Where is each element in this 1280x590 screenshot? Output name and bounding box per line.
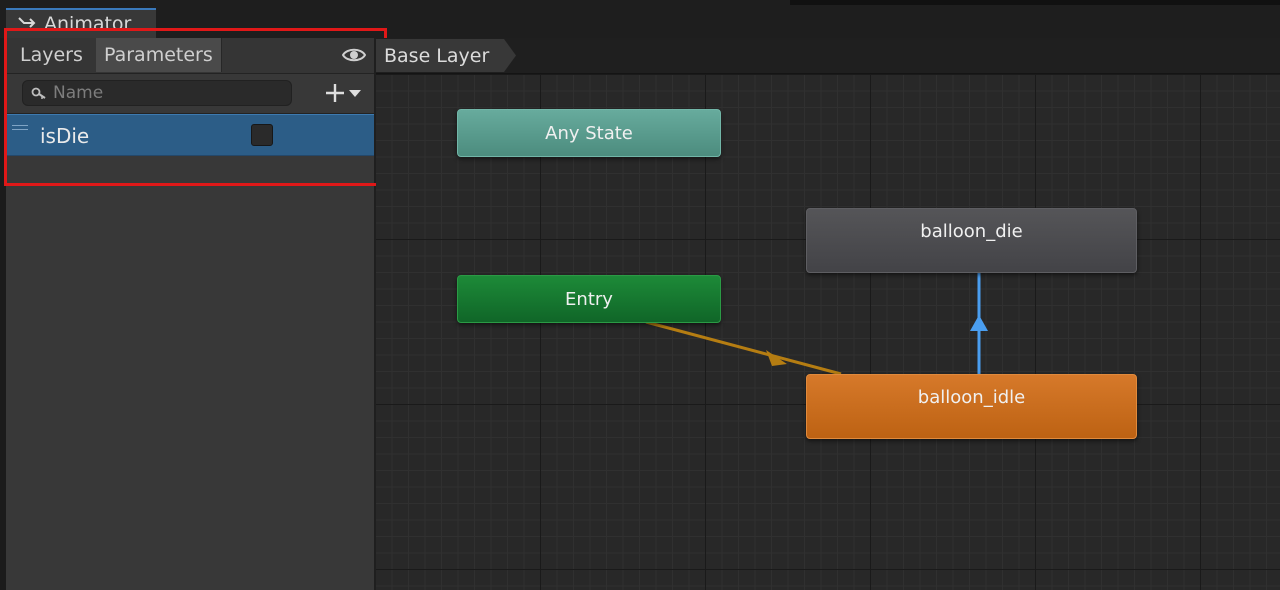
balloon-idle-state[interactable]: balloon_idle: [806, 374, 1137, 439]
transition-entry-to-idle: [645, 320, 842, 376]
entry-node[interactable]: Entry: [457, 275, 721, 323]
transition-idle-to-die-arrowhead: [970, 315, 988, 331]
state-machine-graph[interactable]: Any State Entry balloon_die balloon_idle: [376, 74, 1280, 590]
breadcrumb-base-layer[interactable]: Base Layer: [376, 39, 516, 72]
annotation-highlight-box: [4, 28, 387, 186]
balloon-die-state[interactable]: balloon_die: [806, 208, 1137, 273]
breadcrumb-bar: Base Layer: [376, 38, 1280, 74]
top-toolbar-strip: [790, 0, 1280, 5]
any-state-node[interactable]: Any State: [457, 109, 721, 157]
